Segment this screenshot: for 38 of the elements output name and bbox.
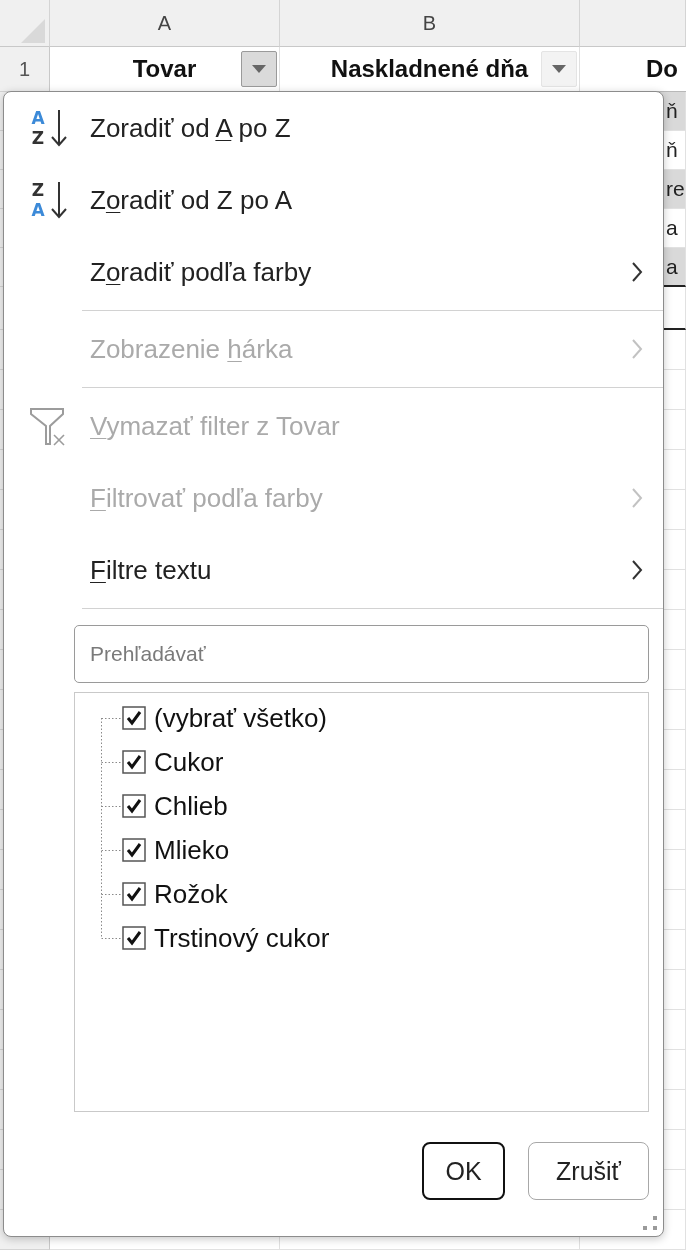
checkbox[interactable] bbox=[122, 838, 146, 862]
checkbox-item[interactable]: (vybrať všetko) bbox=[122, 696, 330, 740]
checkbox[interactable] bbox=[122, 750, 146, 774]
dropdown-arrow-icon bbox=[552, 65, 566, 73]
header-cell-text: Tovar bbox=[132, 55, 197, 83]
checkbox-item[interactable]: Rožok bbox=[122, 872, 330, 916]
chevron-right-icon bbox=[631, 559, 643, 581]
chevron-right-icon bbox=[631, 338, 643, 360]
column-header[interactable]: B bbox=[280, 0, 580, 47]
ok-button[interactable]: OK bbox=[422, 1142, 505, 1200]
clear-filter-icon bbox=[28, 406, 68, 446]
checkbox[interactable] bbox=[122, 706, 146, 730]
table-cell: a bbox=[664, 248, 686, 287]
row-number[interactable]: 1 bbox=[0, 47, 50, 92]
checkbox[interactable] bbox=[122, 794, 146, 818]
cancel-button[interactable]: Zrušiť bbox=[528, 1142, 649, 1200]
column-header[interactable]: A bbox=[50, 0, 280, 47]
menu-item[interactable]: Zoradiť podľa farby bbox=[4, 236, 663, 308]
resize-grip-icon[interactable] bbox=[643, 1216, 657, 1230]
table-cell: re bbox=[664, 170, 686, 209]
checkbox[interactable] bbox=[122, 926, 146, 950]
table-cell: a bbox=[664, 209, 686, 248]
menu-item[interactable]: Z A Zoradiť od Z po A bbox=[4, 164, 663, 236]
checkbox[interactable] bbox=[122, 882, 146, 906]
checkbox-item[interactable]: Mlieko bbox=[122, 828, 330, 872]
dropdown-arrow-icon bbox=[252, 65, 266, 73]
filter-dropdown-button[interactable] bbox=[241, 51, 277, 87]
checkbox-item[interactable]: Cukor bbox=[122, 740, 330, 784]
chevron-right-icon bbox=[631, 487, 643, 509]
table-cell: ň bbox=[664, 92, 686, 131]
menu-item[interactable]: A Z Zoradiť od A po Z bbox=[4, 92, 663, 164]
checkbox-item[interactable]: Trstinový cukor bbox=[122, 916, 330, 960]
search-field[interactable]: Prehľadávať bbox=[74, 625, 649, 683]
table-cell: ň bbox=[664, 131, 686, 170]
checkbox-item[interactable]: Chlieb bbox=[122, 784, 330, 828]
header-cell-text: Naskladnené dňa bbox=[330, 55, 529, 83]
menu-item[interactable]: Filtre textu bbox=[4, 534, 663, 606]
chevron-right-icon bbox=[631, 261, 643, 283]
